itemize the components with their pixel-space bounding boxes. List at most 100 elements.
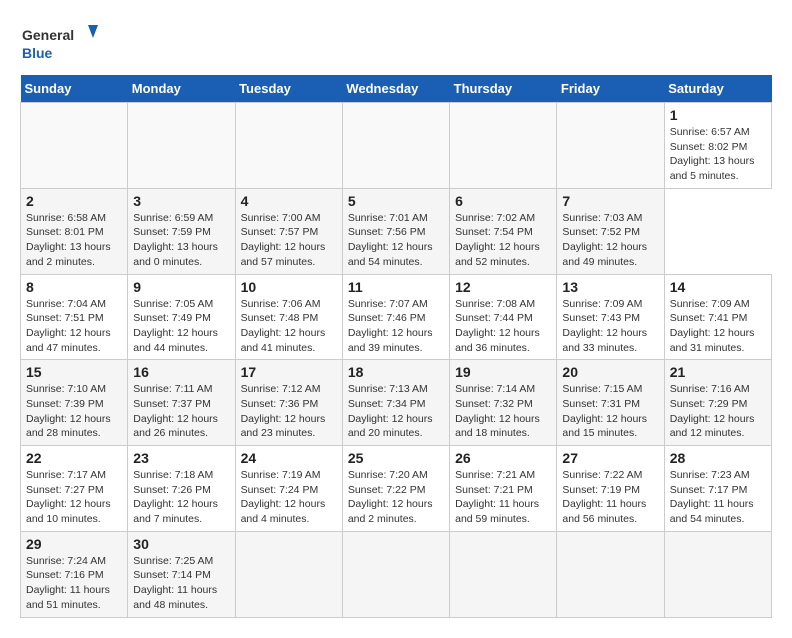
day-info: Sunrise: 7:25 AM Sunset: 7:14 PM Dayligh… [133,554,229,613]
calendar-day-cell: 19 Sunrise: 7:14 AM Sunset: 7:32 PM Dayl… [450,360,557,446]
sunset: Sunset: 7:48 PM [241,311,337,326]
day-number: 13 [562,279,658,295]
daylight: Daylight: 11 hours and 48 minutes. [133,583,229,612]
daylight: Daylight: 12 hours and 2 minutes. [348,497,444,526]
calendar-day-cell [128,103,235,189]
day-info: Sunrise: 7:01 AM Sunset: 7:56 PM Dayligh… [348,211,444,270]
daylight: Daylight: 12 hours and 52 minutes. [455,240,551,269]
calendar-day-cell: 17 Sunrise: 7:12 AM Sunset: 7:36 PM Dayl… [235,360,342,446]
daylight: Daylight: 12 hours and 20 minutes. [348,412,444,441]
sunset: Sunset: 7:41 PM [670,311,766,326]
col-thursday: Thursday [450,75,557,103]
sunset: Sunset: 7:59 PM [133,225,229,240]
calendar-day-cell: 4 Sunrise: 7:00 AM Sunset: 7:57 PM Dayli… [235,188,342,274]
calendar-day-cell [664,531,771,617]
day-number: 16 [133,364,229,380]
calendar-week-row: 2 Sunrise: 6:58 AM Sunset: 8:01 PM Dayli… [21,188,772,274]
calendar-table: Sunday Monday Tuesday Wednesday Thursday… [20,75,772,618]
day-number: 10 [241,279,337,295]
sunrise: Sunrise: 7:23 AM [670,468,766,483]
sunset: Sunset: 7:14 PM [133,568,229,583]
day-info: Sunrise: 7:06 AM Sunset: 7:48 PM Dayligh… [241,297,337,356]
day-number: 25 [348,450,444,466]
sunset: Sunset: 7:49 PM [133,311,229,326]
day-number: 9 [133,279,229,295]
daylight: Daylight: 12 hours and 36 minutes. [455,326,551,355]
day-info: Sunrise: 7:20 AM Sunset: 7:22 PM Dayligh… [348,468,444,527]
sunrise: Sunrise: 7:22 AM [562,468,658,483]
day-number: 26 [455,450,551,466]
daylight: Daylight: 12 hours and 54 minutes. [348,240,444,269]
sunset: Sunset: 7:29 PM [670,397,766,412]
calendar-week-row: 1 Sunrise: 6:57 AM Sunset: 8:02 PM Dayli… [21,103,772,189]
sunrise: Sunrise: 7:20 AM [348,468,444,483]
sunrise: Sunrise: 7:09 AM [670,297,766,312]
daylight: Daylight: 12 hours and 57 minutes. [241,240,337,269]
day-number: 28 [670,450,766,466]
daylight: Daylight: 12 hours and 10 minutes. [26,497,122,526]
calendar-day-cell [235,103,342,189]
calendar-day-cell: 22 Sunrise: 7:17 AM Sunset: 7:27 PM Dayl… [21,446,128,532]
sunrise: Sunrise: 7:09 AM [562,297,658,312]
day-number: 27 [562,450,658,466]
day-number: 18 [348,364,444,380]
day-info: Sunrise: 7:24 AM Sunset: 7:16 PM Dayligh… [26,554,122,613]
daylight: Daylight: 12 hours and 4 minutes. [241,497,337,526]
col-saturday: Saturday [664,75,771,103]
day-number: 17 [241,364,337,380]
sunset: Sunset: 7:19 PM [562,483,658,498]
sunrise: Sunrise: 7:10 AM [26,382,122,397]
daylight: Daylight: 12 hours and 18 minutes. [455,412,551,441]
sunset: Sunset: 7:24 PM [241,483,337,498]
day-info: Sunrise: 7:09 AM Sunset: 7:43 PM Dayligh… [562,297,658,356]
sunset: Sunset: 7:44 PM [455,311,551,326]
calendar-day-cell: 26 Sunrise: 7:21 AM Sunset: 7:21 PM Dayl… [450,446,557,532]
day-info: Sunrise: 7:22 AM Sunset: 7:19 PM Dayligh… [562,468,658,527]
sunrise: Sunrise: 7:16 AM [670,382,766,397]
sunset: Sunset: 7:17 PM [670,483,766,498]
sunset: Sunset: 7:31 PM [562,397,658,412]
day-number: 4 [241,193,337,209]
calendar-day-cell: 9 Sunrise: 7:05 AM Sunset: 7:49 PM Dayli… [128,274,235,360]
day-number: 29 [26,536,122,552]
logo: General Blue [20,20,100,65]
sunset: Sunset: 7:43 PM [562,311,658,326]
daylight: Daylight: 12 hours and 47 minutes. [26,326,122,355]
col-monday: Monday [128,75,235,103]
sunset: Sunset: 7:39 PM [26,397,122,412]
daylight: Daylight: 11 hours and 56 minutes. [562,497,658,526]
day-info: Sunrise: 7:16 AM Sunset: 7:29 PM Dayligh… [670,382,766,441]
calendar-day-cell [450,531,557,617]
day-number: 15 [26,364,122,380]
sunrise: Sunrise: 7:12 AM [241,382,337,397]
day-info: Sunrise: 7:00 AM Sunset: 7:57 PM Dayligh… [241,211,337,270]
calendar-day-cell [235,531,342,617]
day-number: 5 [348,193,444,209]
sunrise: Sunrise: 7:07 AM [348,297,444,312]
day-info: Sunrise: 7:12 AM Sunset: 7:36 PM Dayligh… [241,382,337,441]
day-number: 2 [26,193,122,209]
calendar-day-cell: 7 Sunrise: 7:03 AM Sunset: 7:52 PM Dayli… [557,188,664,274]
sunrise: Sunrise: 7:06 AM [241,297,337,312]
day-number: 7 [562,193,658,209]
day-info: Sunrise: 7:07 AM Sunset: 7:46 PM Dayligh… [348,297,444,356]
calendar-day-cell: 27 Sunrise: 7:22 AM Sunset: 7:19 PM Dayl… [557,446,664,532]
day-info: Sunrise: 7:03 AM Sunset: 7:52 PM Dayligh… [562,211,658,270]
calendar-day-cell: 16 Sunrise: 7:11 AM Sunset: 7:37 PM Dayl… [128,360,235,446]
col-sunday: Sunday [21,75,128,103]
sunrise: Sunrise: 7:19 AM [241,468,337,483]
day-info: Sunrise: 7:19 AM Sunset: 7:24 PM Dayligh… [241,468,337,527]
calendar-week-row: 22 Sunrise: 7:17 AM Sunset: 7:27 PM Dayl… [21,446,772,532]
calendar-day-cell: 28 Sunrise: 7:23 AM Sunset: 7:17 PM Dayl… [664,446,771,532]
daylight: Daylight: 12 hours and 49 minutes. [562,240,658,269]
sunrise: Sunrise: 7:01 AM [348,211,444,226]
day-info: Sunrise: 7:14 AM Sunset: 7:32 PM Dayligh… [455,382,551,441]
sunset: Sunset: 7:27 PM [26,483,122,498]
day-number: 8 [26,279,122,295]
sunset: Sunset: 7:51 PM [26,311,122,326]
sunrise: Sunrise: 6:57 AM [670,125,766,140]
calendar-day-cell: 15 Sunrise: 7:10 AM Sunset: 7:39 PM Dayl… [21,360,128,446]
day-number: 3 [133,193,229,209]
day-info: Sunrise: 7:05 AM Sunset: 7:49 PM Dayligh… [133,297,229,356]
calendar-day-cell: 13 Sunrise: 7:09 AM Sunset: 7:43 PM Dayl… [557,274,664,360]
